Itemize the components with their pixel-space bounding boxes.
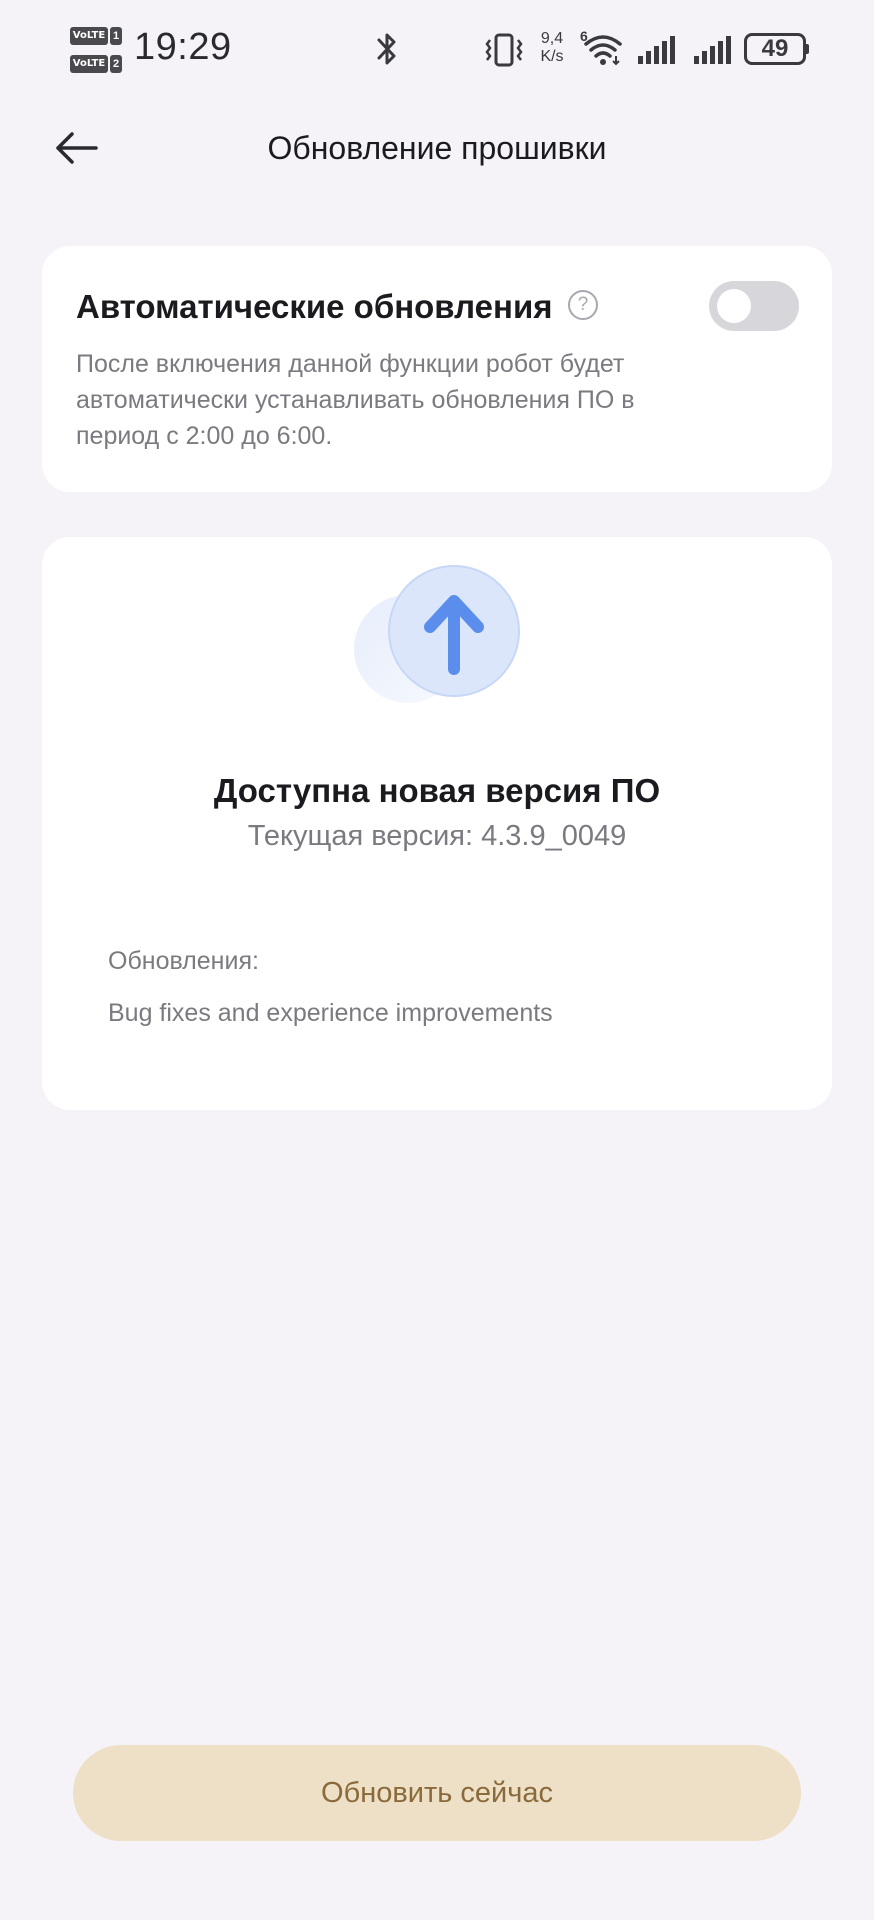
volte-sim2-num: 2 (110, 55, 122, 73)
volte-sim1-icon: VoLTE 1 (70, 27, 122, 45)
current-version: Текущая версия: 4.3.9_0049 (247, 820, 627, 852)
update-available-card: Доступна новая версия ПО Текущая версия:… (42, 537, 832, 1110)
release-notes-text: Bug fixes and experience improvements (108, 999, 553, 1027)
volte-sim2-tag: VoLTE (70, 55, 108, 73)
signal-sim2-icon (694, 36, 731, 64)
network-speed: 9,4 K/s (534, 30, 570, 66)
volte-sim1-num: 1 (110, 27, 122, 45)
battery-icon: 49 (744, 33, 806, 65)
battery-tip (804, 44, 809, 54)
update-now-button[interactable]: Обновить сейчас (73, 1745, 801, 1841)
toggle-knob (717, 289, 751, 323)
network-speed-value: 9,4 (540, 30, 564, 47)
volte-sim2-icon: VoLTE 2 (70, 55, 122, 73)
wifi-icon: 6 (580, 28, 626, 68)
status-time: 19:29 (134, 26, 232, 68)
arrow-up-icon (354, 565, 520, 703)
auto-updates-description: После включения данной функции робот буд… (76, 350, 635, 450)
help-icon[interactable]: ? (568, 290, 598, 320)
signal-sim1-icon (638, 36, 675, 64)
update-available-title: Доступна новая версия ПО (213, 772, 661, 809)
vibrate-icon (485, 33, 523, 67)
firmware-update-screen: VoLTE 1 VoLTE 2 19:29 9,4 K/s 6 49 Обнов… (0, 0, 874, 1920)
network-speed-unit: K/s (540, 48, 564, 65)
auto-updates-title: Автоматические обновления (76, 288, 553, 325)
release-notes-label: Обновления: (108, 947, 259, 975)
auto-updates-card: Автоматические обновления ? После включе… (42, 246, 832, 492)
status-bar: VoLTE 1 VoLTE 2 19:29 9,4 K/s 6 49 (0, 0, 874, 100)
page-title: Обновление прошивки (267, 130, 607, 166)
bluetooth-icon (377, 33, 396, 65)
auto-updates-toggle[interactable] (709, 281, 799, 331)
volte-sim1-tag: VoLTE (70, 27, 108, 45)
